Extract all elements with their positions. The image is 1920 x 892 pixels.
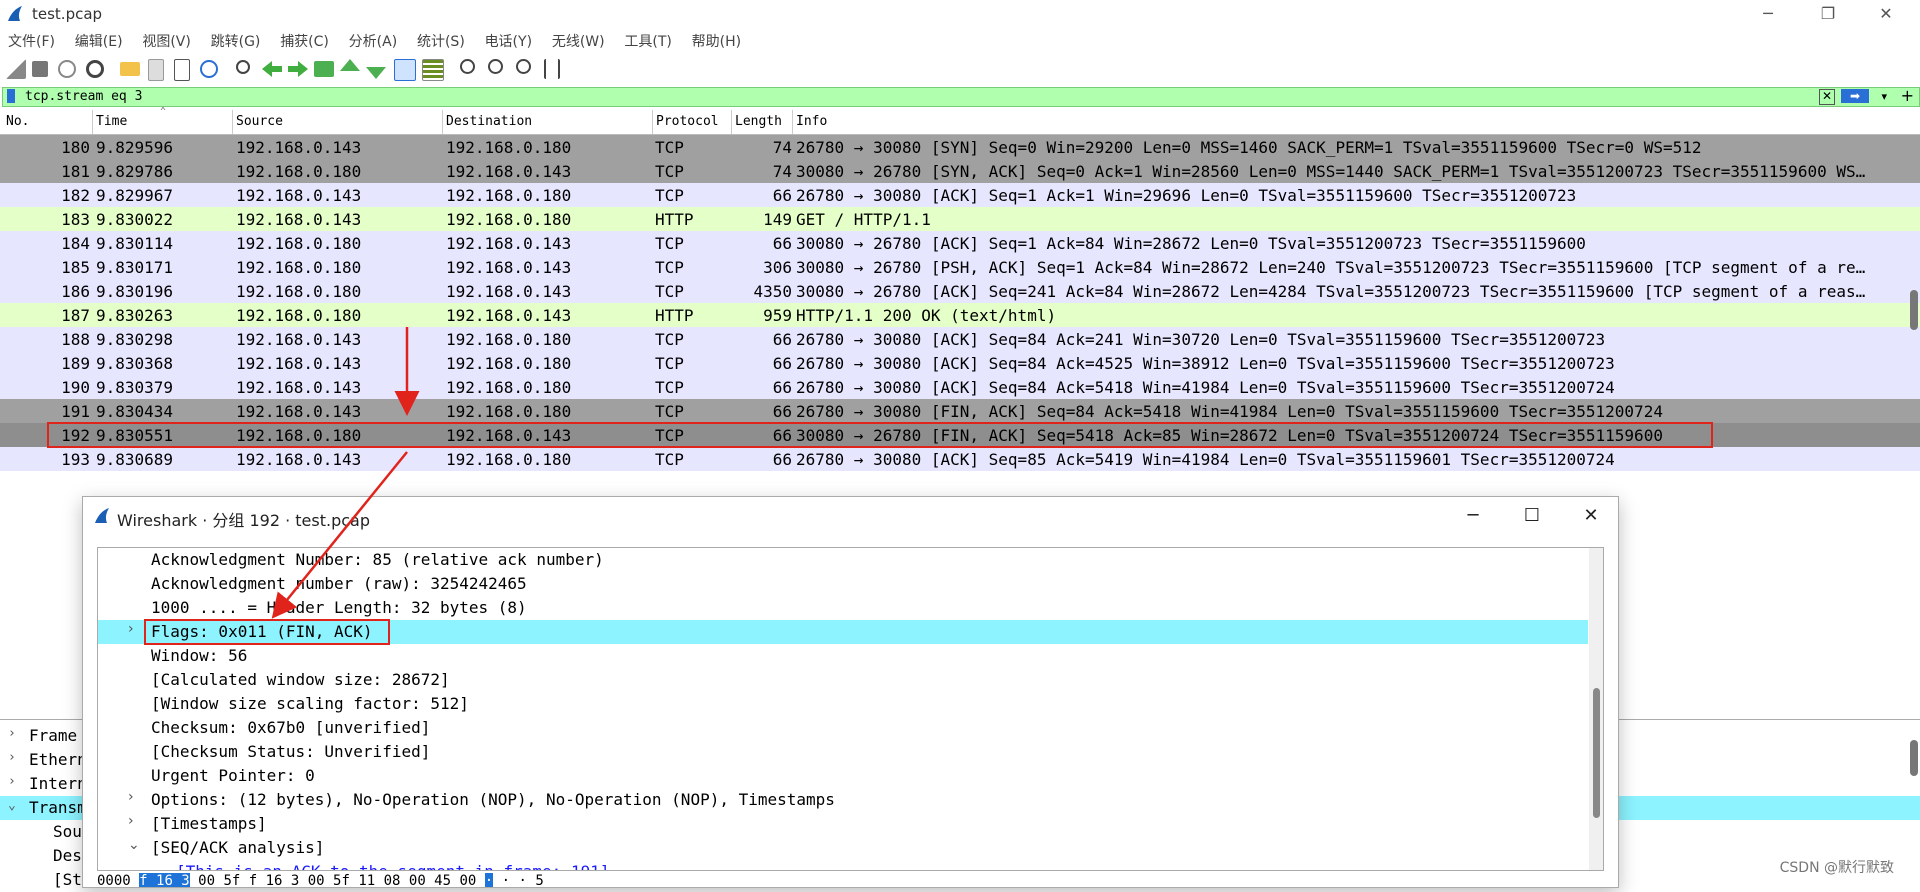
arrow-to-flags <box>271 451 408 619</box>
watermark: CSDN @默行默致 <box>1779 860 1894 876</box>
annotation-arrows <box>271 327 420 619</box>
